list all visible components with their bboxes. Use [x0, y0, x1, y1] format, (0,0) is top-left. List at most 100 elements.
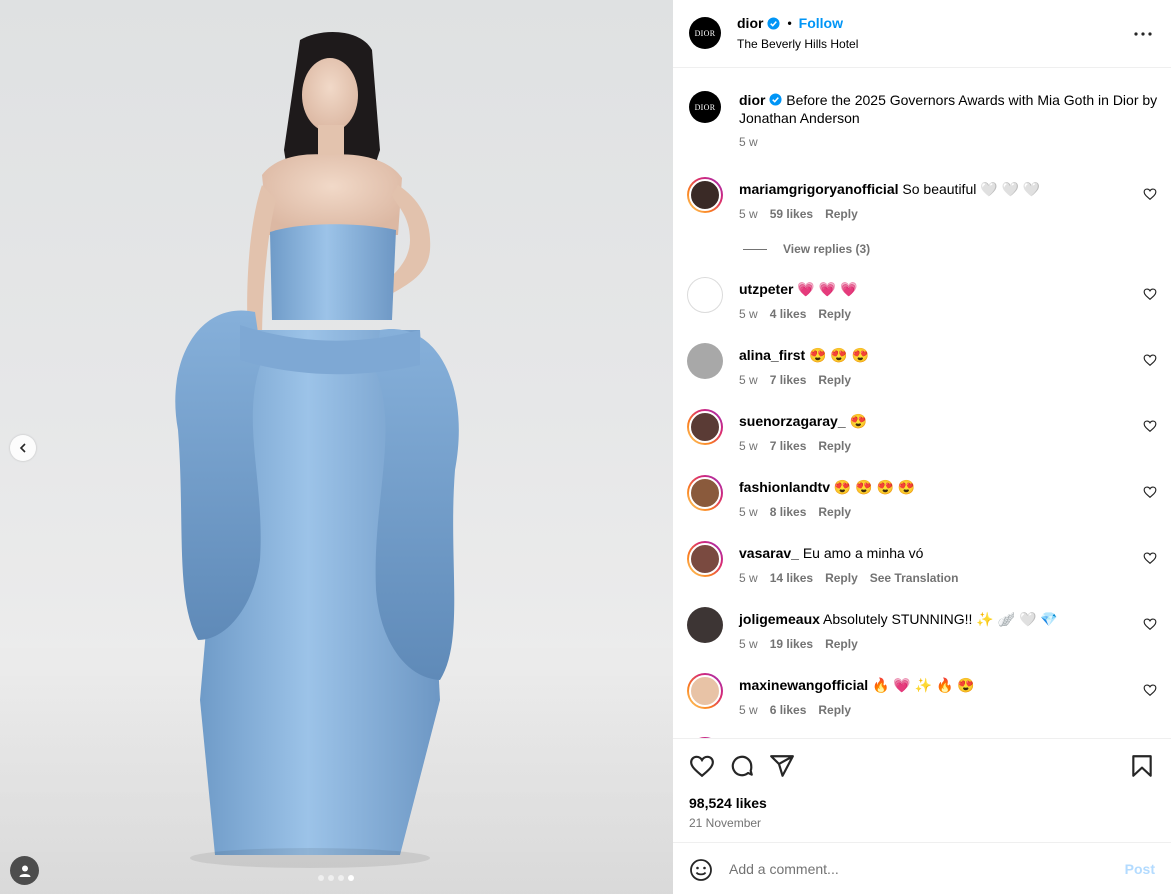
comment-icon[interactable]: [729, 753, 755, 779]
comment-text: 😍 😍 😍 😍: [833, 479, 916, 495]
reply-button[interactable]: Reply: [818, 439, 851, 453]
comment-text: 😍: [849, 413, 867, 429]
like-comment-heart-icon[interactable]: [1143, 485, 1157, 499]
commenter-avatar[interactable]: [687, 673, 723, 709]
model-in-blue-gown-photo: [175, 31, 459, 868]
comment-time: 5 w: [739, 571, 758, 585]
bookmark-icon[interactable]: [1129, 753, 1155, 779]
caption-username[interactable]: dior: [739, 92, 765, 108]
user-icon: [19, 865, 30, 877]
reply-button[interactable]: Reply: [825, 637, 858, 651]
comment-username[interactable]: maxinewangofficial: [739, 677, 868, 693]
comment-username[interactable]: joligemeaux: [739, 611, 820, 627]
emoji-icon[interactable]: [689, 858, 713, 882]
comment-item: suenorzagaray_ 😍 5 w 7 likes Reply: [673, 403, 1171, 459]
caption-timestamp: 5 w: [739, 135, 758, 149]
post-actions: 98,524 likes 21 November: [673, 738, 1171, 842]
reply-button[interactable]: Reply: [825, 207, 858, 221]
commenter-avatar[interactable]: [687, 541, 723, 577]
comment-item: mariamgrigoryanofficial So beautiful 🤍 🤍…: [673, 171, 1171, 256]
reply-button[interactable]: Reply: [825, 571, 858, 585]
comment-likes[interactable]: 19 likes: [770, 637, 813, 651]
like-comment-heart-icon[interactable]: [1143, 353, 1157, 367]
post-header: DIOR dior • Follow The Beverly Hills Hot…: [673, 0, 1171, 68]
like-comment-heart-icon[interactable]: [1143, 287, 1157, 301]
commenter-avatar[interactable]: [687, 277, 723, 313]
instagram-post-view: DIOR dior • Follow The Beverly Hills Hot…: [0, 0, 1171, 894]
comment-likes[interactable]: 4 likes: [770, 307, 807, 321]
comment-likes[interactable]: 6 likes: [770, 703, 807, 717]
comment-text: 😍 😍 😍: [809, 347, 870, 363]
comment-username[interactable]: utzpeter: [739, 281, 793, 297]
comment-time: 5 w: [739, 439, 758, 453]
comment-username[interactable]: mariamgrigoryanofficial: [739, 181, 899, 197]
verified-badge-icon: [769, 93, 782, 106]
commenter-avatar[interactable]: [687, 409, 723, 445]
comments-list[interactable]: mariamgrigoryanofficial So beautiful 🤍 🤍…: [673, 165, 1171, 738]
post-comment-button[interactable]: Post: [1125, 861, 1155, 877]
avatar-logo-text: DIOR: [694, 102, 716, 112]
like-comment-heart-icon[interactable]: [1143, 683, 1157, 697]
author-avatar[interactable]: DIOR: [689, 17, 721, 49]
reply-button[interactable]: Reply: [818, 373, 851, 387]
view-replies-button[interactable]: View replies (3): [743, 242, 870, 256]
post-date: 21 November: [689, 816, 762, 830]
author-username[interactable]: dior: [737, 15, 763, 31]
tagged-users-button[interactable]: [10, 856, 39, 885]
comment-time: 5 w: [739, 637, 758, 651]
comment-time: 5 w: [739, 505, 758, 519]
like-comment-heart-icon[interactable]: [1143, 551, 1157, 565]
comment-item: utzpeter 💗 💗 💗 5 w 4 likes Reply: [673, 271, 1171, 327]
reply-button[interactable]: Reply: [818, 505, 851, 519]
carousel-dot-active: [348, 875, 354, 881]
reply-button[interactable]: Reply: [818, 307, 851, 321]
comment-time: 5 w: [739, 207, 758, 221]
previous-photo-button[interactable]: [10, 435, 36, 461]
heart-icon[interactable]: [689, 753, 715, 779]
view-replies-label: View replies (3): [783, 242, 871, 256]
commenter-avatar[interactable]: [687, 607, 723, 643]
caption-author-avatar[interactable]: DIOR: [689, 91, 721, 123]
comment-username[interactable]: fashionlandtv: [739, 479, 830, 495]
like-comment-heart-icon[interactable]: [1143, 419, 1157, 433]
comment-likes[interactable]: 7 likes: [770, 439, 807, 453]
comment-username[interactable]: suenorzagaray_: [739, 413, 846, 429]
post-image[interactable]: [0, 0, 673, 894]
commenter-avatar[interactable]: [687, 343, 723, 379]
caption-body: Before the 2025 Governors Awards with Mi…: [739, 92, 1158, 126]
comment-likes[interactable]: 14 likes: [770, 571, 813, 585]
comment-likes[interactable]: 8 likes: [770, 505, 807, 519]
commenter-avatar[interactable]: [687, 177, 723, 213]
comment-text: Absolutely STUNNING!! ✨ 🪽 🤍 💎: [823, 611, 1058, 627]
commenter-avatar[interactable]: [687, 475, 723, 511]
comment-item: alina_first 😍 😍 😍 5 w 7 likes Reply: [673, 337, 1171, 393]
comment-input[interactable]: [729, 857, 1099, 881]
follow-button[interactable]: Follow: [799, 15, 843, 31]
verified-badge-icon: [767, 16, 780, 30]
carousel-indicator: [318, 875, 354, 881]
carousel-dot: [328, 875, 334, 881]
comment-item-partial: [673, 731, 1171, 738]
share-icon[interactable]: [769, 753, 795, 779]
comment-likes[interactable]: 7 likes: [770, 373, 807, 387]
comment-time: 5 w: [739, 373, 758, 387]
see-translation-button[interactable]: See Translation: [870, 571, 959, 585]
like-comment-heart-icon[interactable]: [1143, 617, 1157, 631]
likes-count[interactable]: 98,524 likes: [689, 795, 767, 811]
add-comment-bar: Post: [673, 842, 1171, 894]
reply-button[interactable]: Reply: [818, 703, 851, 717]
chevron-left-icon: [19, 443, 26, 453]
comment-text: So beautiful 🤍 🤍 🤍: [902, 181, 1041, 197]
comment-item: maxinewangofficial 🔥 💗 ✨ 🔥 😍 5 w 6 likes R…: [673, 667, 1171, 723]
comment-username[interactable]: alina_first: [739, 347, 805, 363]
author-line: dior • Follow: [737, 15, 843, 31]
comment-time: 5 w: [739, 703, 758, 717]
comment-likes[interactable]: 59 likes: [770, 207, 813, 221]
avatar-logo-text: DIOR: [694, 28, 716, 38]
carousel-dot: [318, 875, 324, 881]
like-comment-heart-icon[interactable]: [1143, 187, 1157, 201]
location-link[interactable]: The Beverly Hills Hotel: [737, 37, 858, 51]
comment-username[interactable]: vasarav_: [739, 545, 799, 561]
more-options-button[interactable]: [1131, 24, 1155, 44]
comment-item: fashionlandtv 😍 😍 😍 😍 5 w 8 likes Reply: [673, 469, 1171, 525]
